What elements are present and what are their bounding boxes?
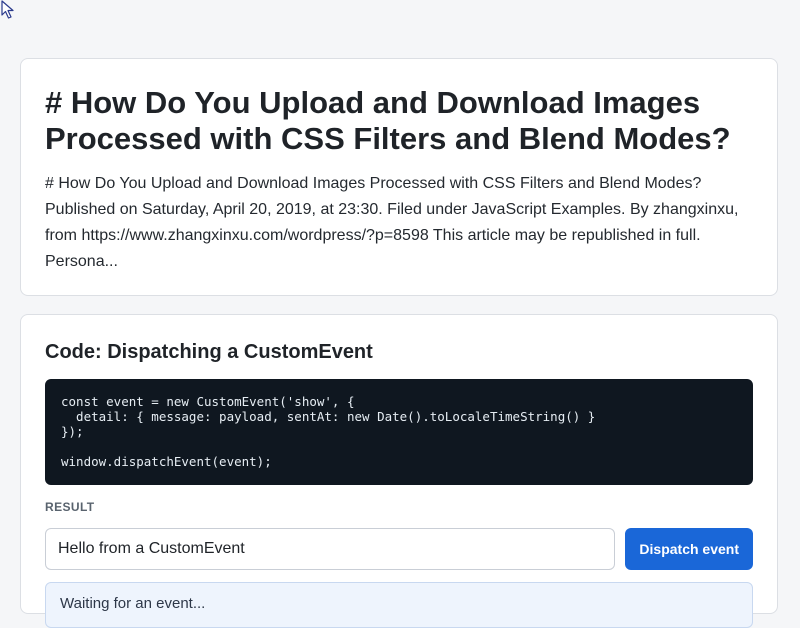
- code-example-card: Code: Dispatching a CustomEvent const ev…: [20, 314, 778, 628]
- code-block: const event = new CustomEvent('show', { …: [45, 379, 753, 485]
- dispatch-controls: Dispatch event: [45, 528, 753, 570]
- event-output: Waiting for an event...: [45, 582, 753, 628]
- article-intro-card: # How Do You Upload and Download Images …: [20, 58, 778, 296]
- dispatch-event-button[interactable]: Dispatch event: [625, 528, 753, 570]
- article-summary: # How Do You Upload and Download Images …: [45, 175, 739, 270]
- message-input[interactable]: [45, 528, 616, 570]
- mouse-pointer-icon: [1, 0, 14, 19]
- result-label: RESULT: [45, 500, 95, 514]
- page-title: # How Do You Upload and Download Images …: [45, 85, 731, 156]
- section-title: Code: Dispatching a CustomEvent: [45, 341, 373, 363]
